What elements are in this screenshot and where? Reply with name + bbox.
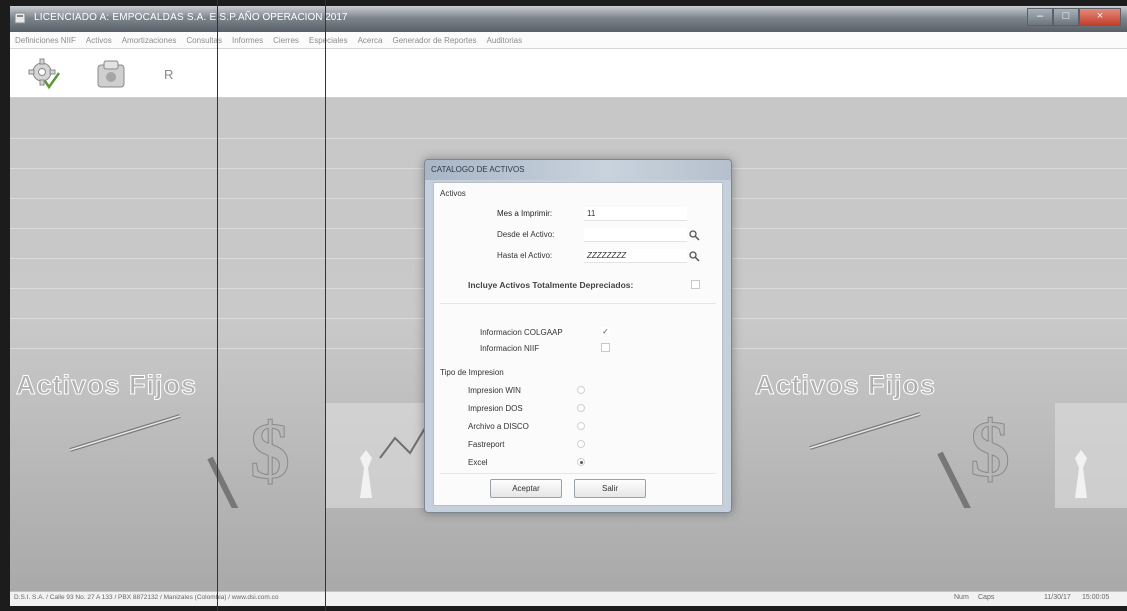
status-bar: D.S.I. S.A. / Calle 93 No. 27 A 133 / PB… xyxy=(10,591,1127,606)
incluye-depreciados-label: Incluye Activos Totalmente Depreciados: xyxy=(468,280,634,290)
exit-button[interactable]: Salir xyxy=(574,479,646,498)
svg-text:R: R xyxy=(164,67,173,82)
catalogo-activos-dialog: CATALOGO DE ACTIVOS Activos Mes a Imprim… xyxy=(424,159,732,513)
desde-input[interactable] xyxy=(584,228,687,242)
help-toolbar-button[interactable]: R xyxy=(150,55,190,93)
print-option-radio[interactable] xyxy=(577,458,585,466)
menu-amortizaciones[interactable]: Amortizaciones xyxy=(117,36,182,45)
close-button[interactable]: × xyxy=(1079,8,1121,26)
menu-generador-reportes[interactable]: Generador de Reportes xyxy=(387,36,481,45)
menu-cierres[interactable]: Cierres xyxy=(268,36,304,45)
separator xyxy=(440,303,716,304)
window-title: LICENCIADO A: EMPOCALDAS S.A. E.S.P. xyxy=(34,12,238,23)
print-option-radio[interactable] xyxy=(577,440,585,448)
print-option-label: Impresion WIN xyxy=(468,386,521,395)
app-icon xyxy=(14,12,26,24)
settings-toolbar-button[interactable] xyxy=(24,55,64,93)
gear-icon xyxy=(28,58,61,90)
dialog-title: CATALOGO DE ACTIVOS xyxy=(431,165,525,174)
section-activos-label: Activos xyxy=(440,189,466,198)
hasta-input[interactable]: ZZZZZZZZ xyxy=(584,249,687,263)
svg-text:$: $ xyxy=(250,408,290,496)
dialog-title-bar: CATALOGO DE ACTIVOS xyxy=(425,160,731,180)
info-colgaap-label: Informacion COLGAAP xyxy=(480,328,563,337)
num-lock-indicator: Num xyxy=(954,594,969,601)
scan-artifact-line xyxy=(325,0,326,611)
print-option-label: Archivo a DISCO xyxy=(468,422,529,431)
toolbar: R xyxy=(10,49,1127,98)
desde-label: Desde el Activo: xyxy=(497,230,555,239)
menu-auditorias[interactable]: Auditorias xyxy=(482,36,528,45)
status-date: 11/30/17 xyxy=(1044,594,1071,601)
maximize-button[interactable]: □ xyxy=(1053,8,1079,26)
separator xyxy=(440,473,716,474)
search-desde-icon[interactable] xyxy=(689,230,700,241)
operation-year: AÑO OPERACION 2017 xyxy=(238,12,348,23)
info-niif-checkbox[interactable] xyxy=(601,343,610,352)
print-option-radio[interactable] xyxy=(577,404,585,412)
menu-consultas[interactable]: Consultas xyxy=(181,36,227,45)
pen-dollar-graphic-right: $ xyxy=(809,403,1127,508)
menu-especiales[interactable]: Especiales xyxy=(304,36,353,45)
mes-input[interactable]: 11 xyxy=(584,207,687,221)
background-line xyxy=(10,138,1127,139)
exit-toolbar-button[interactable] xyxy=(92,55,132,93)
svg-text:$: $ xyxy=(970,406,1010,494)
info-niif-label: Informacion NIIF xyxy=(480,344,540,353)
print-option-radio[interactable] xyxy=(577,422,585,430)
incluye-depreciados-checkbox[interactable] xyxy=(691,280,700,289)
print-option-label: Fastreport xyxy=(468,440,505,449)
company-info: D.S.I. S.A. / Calle 93 No. 27 A 133 / PB… xyxy=(14,594,279,601)
print-option-label: Excel xyxy=(468,458,488,467)
scan-artifact-line xyxy=(217,0,218,611)
exit-icon xyxy=(97,60,125,88)
help-icon: R xyxy=(164,67,173,82)
menu-acerca[interactable]: Acerca xyxy=(353,36,388,45)
print-option-label: Impresion DOS xyxy=(468,404,523,413)
background-title-right: Activos Fijos xyxy=(754,370,937,401)
print-option-radio[interactable] xyxy=(577,386,585,394)
accept-button[interactable]: Aceptar xyxy=(490,479,562,498)
window-controls: – □ × xyxy=(1027,8,1121,26)
menu-definiciones-niif[interactable]: Definiciones NIIF xyxy=(10,36,81,45)
menu-bar: Definiciones NIIF Activos Amortizaciones… xyxy=(10,32,1127,49)
menu-informes[interactable]: Informes xyxy=(227,36,268,45)
search-hasta-icon[interactable] xyxy=(689,251,700,262)
pen-dollar-graphic-left: $ xyxy=(69,403,430,508)
menu-activos[interactable]: Activos xyxy=(81,36,117,45)
background-title-left: Activos Fijos xyxy=(15,370,198,401)
mes-label: Mes a Imprimir: xyxy=(497,209,553,218)
dialog-body: Activos Mes a Imprimir: 11 Desde el Acti… xyxy=(433,182,723,506)
application-window: LICENCIADO A: EMPOCALDAS S.A. E.S.P. AÑO… xyxy=(10,6,1127,606)
caps-lock-indicator: Caps xyxy=(978,594,995,601)
info-colgaap-checkbox[interactable]: ✓ xyxy=(601,327,610,336)
minimize-button[interactable]: – xyxy=(1027,8,1053,26)
status-time: 15:00:05 xyxy=(1082,594,1110,601)
title-bar: LICENCIADO A: EMPOCALDAS S.A. E.S.P. AÑO… xyxy=(10,6,1127,32)
tipo-impresion-label: Tipo de Impresion xyxy=(440,368,504,377)
hasta-label: Hasta el Activo: xyxy=(497,251,553,260)
